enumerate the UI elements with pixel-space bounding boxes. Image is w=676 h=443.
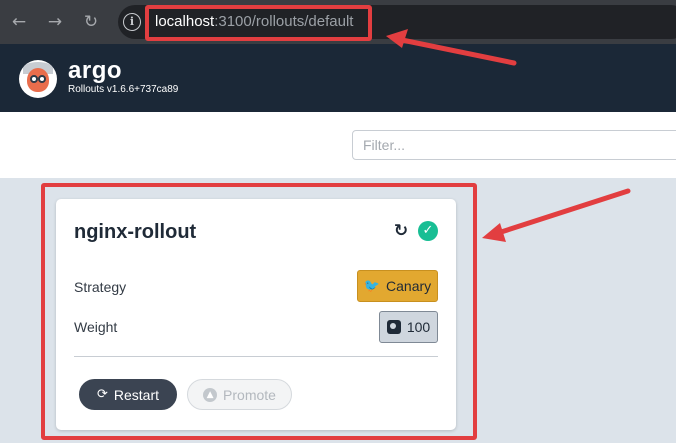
logo-eye-right — [38, 75, 46, 83]
logo-eye-left — [30, 75, 38, 83]
arrow-left-icon[interactable]: ← — [9, 12, 29, 32]
card-highlight-box — [41, 183, 477, 440]
info-icon[interactable]: i — [123, 13, 141, 31]
card-arrow — [482, 188, 631, 242]
version-label: Rollouts v1.6.6+737ca89 — [68, 84, 179, 95]
reload-icon[interactable]: ↻ — [81, 12, 101, 32]
brand-name: argo — [68, 57, 123, 84]
arrow-right-icon[interactable]: → — [45, 12, 65, 32]
filter-input[interactable] — [352, 130, 676, 160]
url-highlight-box — [145, 5, 372, 41]
argo-logo[interactable] — [19, 60, 57, 98]
